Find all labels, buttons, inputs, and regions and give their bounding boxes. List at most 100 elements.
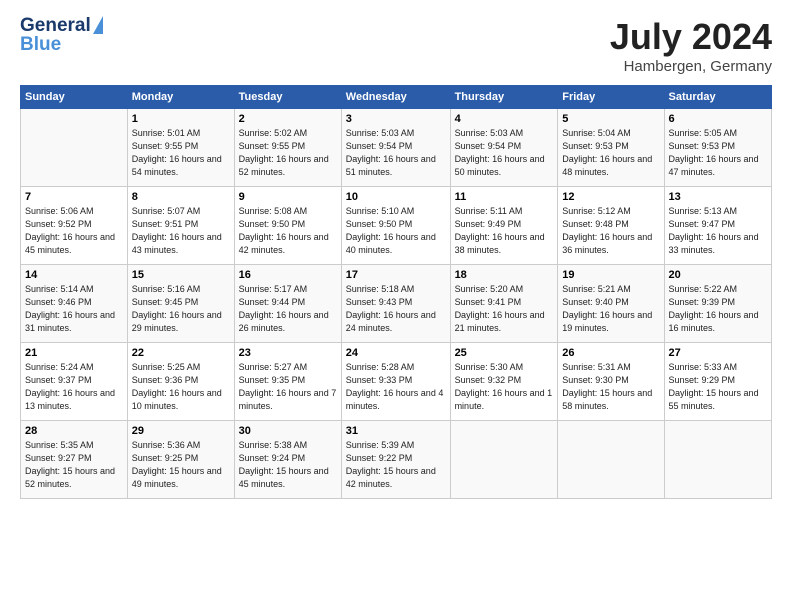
day-info: Sunrise: 5:33 AM Sunset: 9:29 PM Dayligh… [669,361,767,413]
title-block: July 2024 Hambergen, Germany [610,16,772,75]
day-info: Sunrise: 5:36 AM Sunset: 9:25 PM Dayligh… [132,439,230,491]
calendar-cell: 13 Sunrise: 5:13 AM Sunset: 9:47 PM Dayli… [664,187,771,265]
calendar-header-row: SundayMondayTuesdayWednesdayThursdayFrid… [21,86,772,109]
day-info: Sunrise: 5:30 AM Sunset: 9:32 PM Dayligh… [455,361,554,413]
day-number: 23 [239,347,337,359]
day-info: Sunrise: 5:06 AM Sunset: 9:52 PM Dayligh… [25,205,123,257]
day-number: 3 [346,113,446,125]
location-subtitle: Hambergen, Germany [610,58,772,75]
calendar-cell: 17 Sunrise: 5:18 AM Sunset: 9:43 PM Dayli… [341,265,450,343]
col-header-thursday: Thursday [450,86,558,109]
day-number: 29 [132,425,230,437]
day-number: 21 [25,347,123,359]
calendar-cell [664,421,771,499]
calendar-cell: 14 Sunrise: 5:14 AM Sunset: 9:46 PM Dayli… [21,265,128,343]
calendar-cell: 15 Sunrise: 5:16 AM Sunset: 9:45 PM Dayli… [127,265,234,343]
calendar-cell: 26 Sunrise: 5:31 AM Sunset: 9:30 PM Dayli… [558,343,664,421]
calendar-cell: 31 Sunrise: 5:39 AM Sunset: 9:22 PM Dayli… [341,421,450,499]
day-number: 22 [132,347,230,359]
calendar-cell: 6Sunrise: 5:05 AM Sunset: 9:53 PM Daylig… [664,109,771,187]
calendar-cell: 16Sunrise: 5:17 AM Sunset: 9:44 PM Dayli… [234,265,341,343]
day-info: Sunrise: 5:03 AM Sunset: 9:54 PM Dayligh… [346,127,446,179]
day-info: Sunrise: 5:25 AM Sunset: 9:36 PM Dayligh… [132,361,230,413]
week-row-3: 14 Sunrise: 5:14 AM Sunset: 9:46 PM Dayli… [21,265,772,343]
day-info: Sunrise: 5:14 AM Sunset: 9:46 PM Dayligh… [25,283,123,335]
day-info: Sunrise: 5:27 AM Sunset: 9:35 PM Dayligh… [239,361,337,413]
day-number: 25 [455,347,554,359]
day-number: 26 [562,347,659,359]
day-number: 15 [132,269,230,281]
day-number: 13 [669,191,767,203]
day-number: 30 [239,425,337,437]
calendar-cell: 11Sunrise: 5:11 AM Sunset: 9:49 PM Dayli… [450,187,558,265]
calendar-cell: 3 Sunrise: 5:03 AM Sunset: 9:54 PM Daylig… [341,109,450,187]
day-info: Sunrise: 5:13 AM Sunset: 9:47 PM Dayligh… [669,205,767,257]
calendar-cell [558,421,664,499]
day-number: 10 [346,191,446,203]
calendar-cell: 8 Sunrise: 5:07 AM Sunset: 9:51 PM Daylig… [127,187,234,265]
day-info: Sunrise: 5:16 AM Sunset: 9:45 PM Dayligh… [132,283,230,335]
day-info: Sunrise: 5:31 AM Sunset: 9:30 PM Dayligh… [562,361,659,413]
calendar-cell: 22 Sunrise: 5:25 AM Sunset: 9:36 PM Dayli… [127,343,234,421]
day-number: 14 [25,269,123,281]
day-number: 24 [346,347,446,359]
day-number: 1 [132,113,230,125]
calendar-cell: 19Sunrise: 5:21 AM Sunset: 9:40 PM Dayli… [558,265,664,343]
day-info: Sunrise: 5:07 AM Sunset: 9:51 PM Dayligh… [132,205,230,257]
day-number: 27 [669,347,767,359]
day-info: Sunrise: 5:01 AM Sunset: 9:55 PM Dayligh… [132,127,230,179]
calendar-cell: 4Sunrise: 5:03 AM Sunset: 9:54 PM Daylig… [450,109,558,187]
calendar-cell: 5 Sunrise: 5:04 AM Sunset: 9:53 PM Daylig… [558,109,664,187]
day-number: 12 [562,191,659,203]
calendar-cell [21,109,128,187]
day-info: Sunrise: 5:12 AM Sunset: 9:48 PM Dayligh… [562,205,659,257]
calendar-cell: 7 Sunrise: 5:06 AM Sunset: 9:52 PM Daylig… [21,187,128,265]
calendar-cell: 10Sunrise: 5:10 AM Sunset: 9:50 PM Dayli… [341,187,450,265]
calendar-cell: 24Sunrise: 5:28 AM Sunset: 9:33 PM Dayli… [341,343,450,421]
logo-blue: Blue [20,34,61,55]
col-header-monday: Monday [127,86,234,109]
calendar-cell: 23 Sunrise: 5:27 AM Sunset: 9:35 PM Dayli… [234,343,341,421]
week-row-2: 7 Sunrise: 5:06 AM Sunset: 9:52 PM Daylig… [21,187,772,265]
calendar-cell: 27 Sunrise: 5:33 AM Sunset: 9:29 PM Dayli… [664,343,771,421]
calendar-cell: 9Sunrise: 5:08 AM Sunset: 9:50 PM Daylig… [234,187,341,265]
day-info: Sunrise: 5:35 AM Sunset: 9:27 PM Dayligh… [25,439,123,491]
col-header-sunday: Sunday [21,86,128,109]
day-number: 18 [455,269,554,281]
calendar-cell [450,421,558,499]
day-info: Sunrise: 5:20 AM Sunset: 9:41 PM Dayligh… [455,283,554,335]
calendar-cell: 28 Sunrise: 5:35 AM Sunset: 9:27 PM Dayli… [21,421,128,499]
calendar-cell: 20 Sunrise: 5:22 AM Sunset: 9:39 PM Dayli… [664,265,771,343]
day-info: Sunrise: 5:05 AM Sunset: 9:53 PM Dayligh… [669,127,767,179]
page: General Blue July 2024 Hambergen, German… [0,0,792,612]
day-info: Sunrise: 5:02 AM Sunset: 9:55 PM Dayligh… [239,127,337,179]
day-number: 9 [239,191,337,203]
day-info: Sunrise: 5:38 AM Sunset: 9:24 PM Dayligh… [239,439,337,491]
calendar-cell: 25 Sunrise: 5:30 AM Sunset: 9:32 PM Dayli… [450,343,558,421]
logo: General Blue [20,16,103,55]
day-number: 8 [132,191,230,203]
day-info: Sunrise: 5:18 AM Sunset: 9:43 PM Dayligh… [346,283,446,335]
day-info: Sunrise: 5:22 AM Sunset: 9:39 PM Dayligh… [669,283,767,335]
day-info: Sunrise: 5:21 AM Sunset: 9:40 PM Dayligh… [562,283,659,335]
logo-bottom: Blue [20,35,61,55]
calendar-cell: 18 Sunrise: 5:20 AM Sunset: 9:41 PM Dayli… [450,265,558,343]
col-header-tuesday: Tuesday [234,86,341,109]
day-number: 11 [455,191,554,203]
day-number: 17 [346,269,446,281]
day-number: 7 [25,191,123,203]
day-number: 2 [239,113,337,125]
week-row-1: 1 Sunrise: 5:01 AM Sunset: 9:55 PM Daylig… [21,109,772,187]
calendar-cell: 12 Sunrise: 5:12 AM Sunset: 9:48 PM Dayli… [558,187,664,265]
day-number: 28 [25,425,123,437]
logo-triangle-icon [93,16,103,34]
day-info: Sunrise: 5:04 AM Sunset: 9:53 PM Dayligh… [562,127,659,179]
calendar-cell: 30 Sunrise: 5:38 AM Sunset: 9:24 PM Dayli… [234,421,341,499]
day-number: 4 [455,113,554,125]
week-row-5: 28 Sunrise: 5:35 AM Sunset: 9:27 PM Dayli… [21,421,772,499]
day-info: Sunrise: 5:39 AM Sunset: 9:22 PM Dayligh… [346,439,446,491]
day-number: 5 [562,113,659,125]
day-number: 31 [346,425,446,437]
day-number: 20 [669,269,767,281]
logo-general: General [20,16,91,35]
